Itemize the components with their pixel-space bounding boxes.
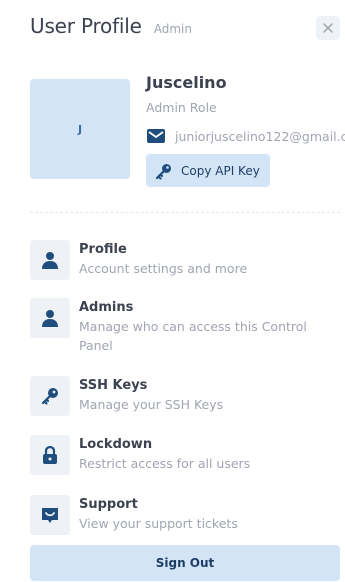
close-button[interactable] [316, 16, 340, 40]
divider [30, 212, 340, 213]
menu-item-description: Account settings and more [79, 261, 248, 276]
copy-api-key-label: Copy API Key [181, 163, 260, 178]
key-icon [41, 388, 58, 405]
menu-item-ssh-keys[interactable]: SSH Keys Manage your SSH Keys [30, 376, 340, 416]
page-title: User Profile [30, 14, 142, 38]
menu-item-lockdown[interactable]: Lockdown Restrict access for all users [30, 435, 340, 475]
lock-icon [43, 445, 57, 464]
user-role: Admin Role [146, 100, 217, 115]
menu-item-description: Manage who can access this Control Panel [79, 319, 307, 353]
user-email: juniorjuscelino122@gmail.com [175, 128, 345, 144]
email-row: juniorjuscelino122@gmail.com [146, 127, 345, 145]
user-icon [42, 310, 58, 327]
key-icon [155, 163, 171, 180]
menu-item-title: SSH Keys [79, 378, 148, 393]
menu-item-title: Support [79, 497, 138, 512]
menu-item-admins[interactable]: Admins Manage who can access this Contro… [30, 298, 340, 355]
user-name: Juscelino [146, 73, 227, 92]
menu-item-description: Restrict access for all users [79, 456, 251, 471]
menu-item-support[interactable]: Support View your support tickets [30, 495, 340, 535]
copy-api-key-button[interactable]: Copy API Key [146, 154, 270, 187]
menu-item-title: Profile [79, 242, 127, 257]
menu-item-title: Admins [79, 300, 134, 315]
menu-item-description: Manage your SSH Keys [79, 397, 224, 412]
menu-item-description: View your support tickets [79, 516, 238, 531]
panel-header: User Profile Admin [30, 14, 345, 44]
menu-item-title: Lockdown [79, 437, 153, 452]
menu-item-profile[interactable]: Profile Account settings and more [30, 240, 340, 280]
sign-out-button[interactable]: Sign Out [30, 545, 340, 581]
support-icon [42, 508, 58, 523]
role-tag: Admin [153, 22, 192, 36]
avatar: J [30, 79, 130, 179]
mail-icon [147, 129, 165, 143]
user-icon [42, 252, 58, 269]
close-icon [323, 23, 333, 33]
